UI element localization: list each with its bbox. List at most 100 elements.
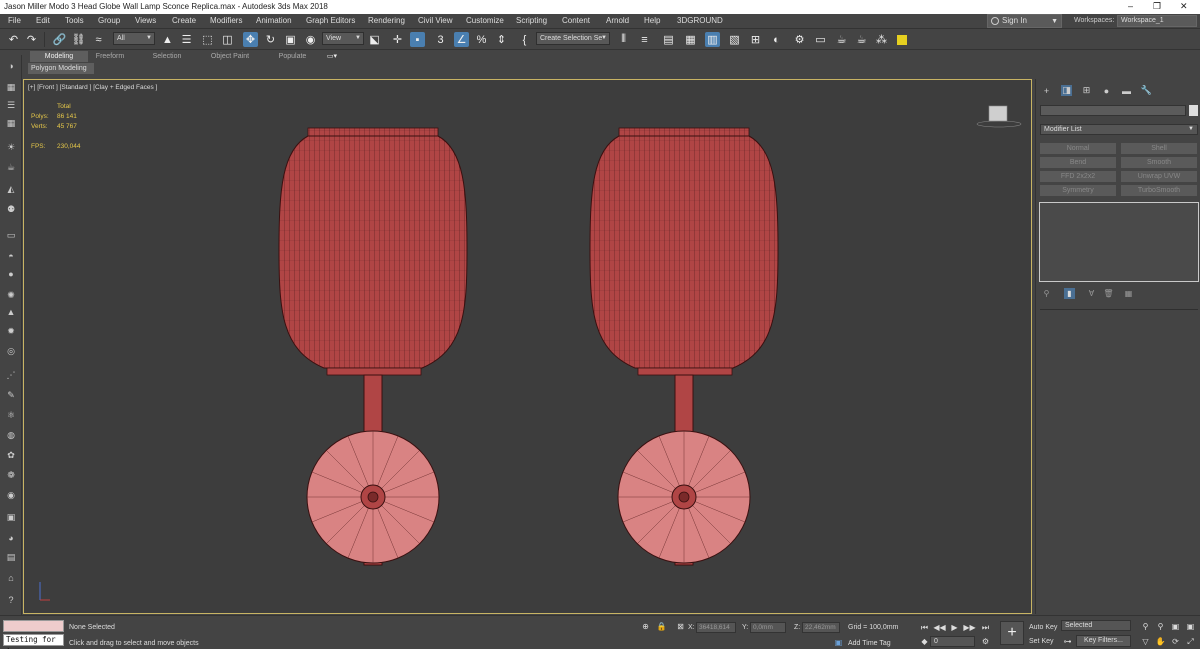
select-manipulate-icon[interactable]: ✛ [390,32,405,47]
tab-populate[interactable]: Populate [270,51,315,62]
zoom-extents-all-icon[interactable]: ▣ [1185,621,1196,632]
helper-icon[interactable]: ✺ [4,289,18,302]
remove-modifier-icon[interactable]: 🗑 [1103,288,1114,299]
select-and-scale-icon[interactable]: ▣ [283,32,298,47]
ribbon-options-icon[interactable]: ▭▾ [322,51,342,62]
menu-create[interactable]: Create [172,16,196,25]
modifier-stack[interactable] [1039,202,1199,282]
list-icon[interactable]: ☰ [4,99,18,112]
render-iterative-icon[interactable]: ☕ [854,32,869,47]
modifier-ffd-button[interactable]: FFD 2x2x2 [1040,171,1116,182]
menu-content[interactable]: Content [562,16,590,25]
menu-edit[interactable]: Edit [36,16,50,25]
tab-selection[interactable]: Selection [145,51,189,62]
menu-scripting[interactable]: Scripting [516,16,547,25]
menu-animation[interactable]: Animation [256,16,292,25]
sphere-icon[interactable]: ● [4,267,18,280]
time-configuration-icon[interactable]: ⚙ [980,636,991,647]
modifier-unwrap-uvw-button[interactable]: Unwrap UVW [1121,171,1197,182]
select-and-move-icon[interactable]: ✥ [243,32,258,47]
x-coordinate-field[interactable]: 36418,614 [696,622,736,633]
menu-help[interactable]: Help [644,16,660,25]
angle-snap-icon[interactable]: ∠ [454,32,469,47]
render-production-icon[interactable]: ☕ [834,32,849,47]
bind-space-warp-icon[interactable]: ≈ [91,32,106,47]
y-coordinate-field[interactable]: 0,0mm [750,622,786,633]
menu-modifiers[interactable]: Modifiers [210,16,242,25]
menu-views[interactable]: Views [135,16,156,25]
light-icon[interactable]: ☀ [4,141,18,154]
isolate-selection-icon[interactable]: ⊕ [640,621,651,632]
create-tab-icon[interactable]: + [1041,85,1052,96]
reference-coordinate-dropdown[interactable]: View ▼ [322,32,364,45]
rectangular-selection-icon[interactable]: ⬚ [200,32,215,47]
minimize-button[interactable]: – [1128,1,1133,11]
object-color-swatch[interactable] [1189,105,1198,116]
teapot-icon[interactable]: ☕ [4,161,18,174]
menu-customize[interactable]: Customize [466,16,504,25]
set-key-button[interactable]: Set Key [1029,638,1054,645]
material-editor-icon[interactable]: ◐ [769,32,784,47]
select-and-rotate-icon[interactable]: ↻ [263,32,278,47]
tab-modeling[interactable]: Modeling [30,51,88,62]
go-to-end-icon[interactable]: ⏭ [980,622,991,633]
absolute-mode-icon[interactable]: ⊠ [675,621,686,632]
modifier-normal-button[interactable]: Normal [1040,143,1116,154]
material-sphere-icon[interactable]: ◉ [4,489,18,502]
rendered-frame-window-icon[interactable]: ▭ [813,32,828,47]
lamp-left[interactable] [278,127,468,566]
select-object-icon[interactable]: ▲ [160,32,175,47]
modifier-icon[interactable]: ⋰ [4,369,18,382]
play-icon[interactable]: ▶ [949,622,960,633]
camera-icon[interactable]: ⚉ [4,203,18,216]
hemisphere-icon[interactable]: ◓ [4,249,18,262]
maximize-button[interactable]: ❐ [1153,1,1161,12]
selection-filter-dropdown[interactable]: All ▼ [113,32,155,45]
schematic-view-icon[interactable]: ⊞ [748,32,763,47]
modifier-smooth-button[interactable]: Smooth [1121,157,1197,168]
modifier-turbosmooth-button[interactable]: TurboSmooth [1121,185,1197,196]
field-of-view-icon[interactable]: ▽ [1140,636,1151,647]
plant-icon[interactable]: ✿ [4,449,18,462]
lamp-right[interactable] [589,127,779,566]
spinner-snap-icon[interactable]: ⇕ [494,32,509,47]
lock-selection-icon[interactable]: 🔒 [656,621,667,632]
motion-tab-icon[interactable]: ● [1101,85,1112,96]
make-unique-icon[interactable]: ∀ [1086,288,1097,299]
menu-rendering[interactable]: Rendering [368,16,405,25]
paint-icon[interactable]: ✎ [4,389,18,402]
keyboard-shortcut-override-icon[interactable]: ▪ [410,32,425,47]
object-name-field[interactable] [1040,105,1186,116]
key-mode-select[interactable]: Selected [1061,620,1131,631]
object-icon[interactable]: ◭ [4,183,18,196]
zoom-extents-icon[interactable]: ▣ [1170,621,1181,632]
tab-object-paint[interactable]: Object Paint [202,51,258,62]
snaps-toggle-icon[interactable]: 3 [433,32,448,47]
globe-icon[interactable]: ◍ [4,429,18,442]
undo-icon[interactable]: ↶ [6,32,21,47]
render-in-cloud-icon[interactable]: ⁂ [874,32,889,47]
configure-modifier-sets-icon[interactable]: ▦ [1123,288,1134,299]
add-time-tag[interactable]: Add Time Tag [848,640,891,647]
hierarchy-tab-icon[interactable]: ⊞ [1081,85,1092,96]
utilities-tab-icon[interactable]: 🔧 [1141,85,1152,96]
align-icon[interactable]: ≡ [637,32,652,47]
link-icon[interactable]: 🔗 [52,32,67,47]
modifier-bend-button[interactable]: Bend [1040,157,1116,168]
pivot-center-icon[interactable]: ⬕ [367,32,382,47]
modify-tab-icon[interactable]: ◨ [1061,85,1072,96]
maxscript-mini-listener[interactable] [3,620,64,632]
script-icon[interactable]: ▤ [4,551,18,564]
display-tab-icon[interactable]: ▬ [1121,85,1132,96]
menu-3dground[interactable]: 3DGROUND [677,16,723,25]
window-crossing-icon[interactable]: ◫ [220,32,235,47]
named-selection-sets-dropdown[interactable]: Create Selection Se ▼ [536,32,610,45]
show-end-result-icon[interactable]: ▮ [1064,288,1075,299]
pin-stack-icon[interactable]: ⚲ [1041,288,1052,299]
layer-explorer-icon[interactable]: ▦ [683,32,698,47]
ribbon-polygon-modeling[interactable]: Polygon Modeling [28,63,94,74]
cone-icon[interactable]: ▲ [4,305,18,318]
redo-icon[interactable]: ↷ [24,32,39,47]
cloud-icon[interactable]: ⌂ [4,571,18,584]
modifier-list-dropdown[interactable]: Modifier List ▼ [1040,124,1198,135]
